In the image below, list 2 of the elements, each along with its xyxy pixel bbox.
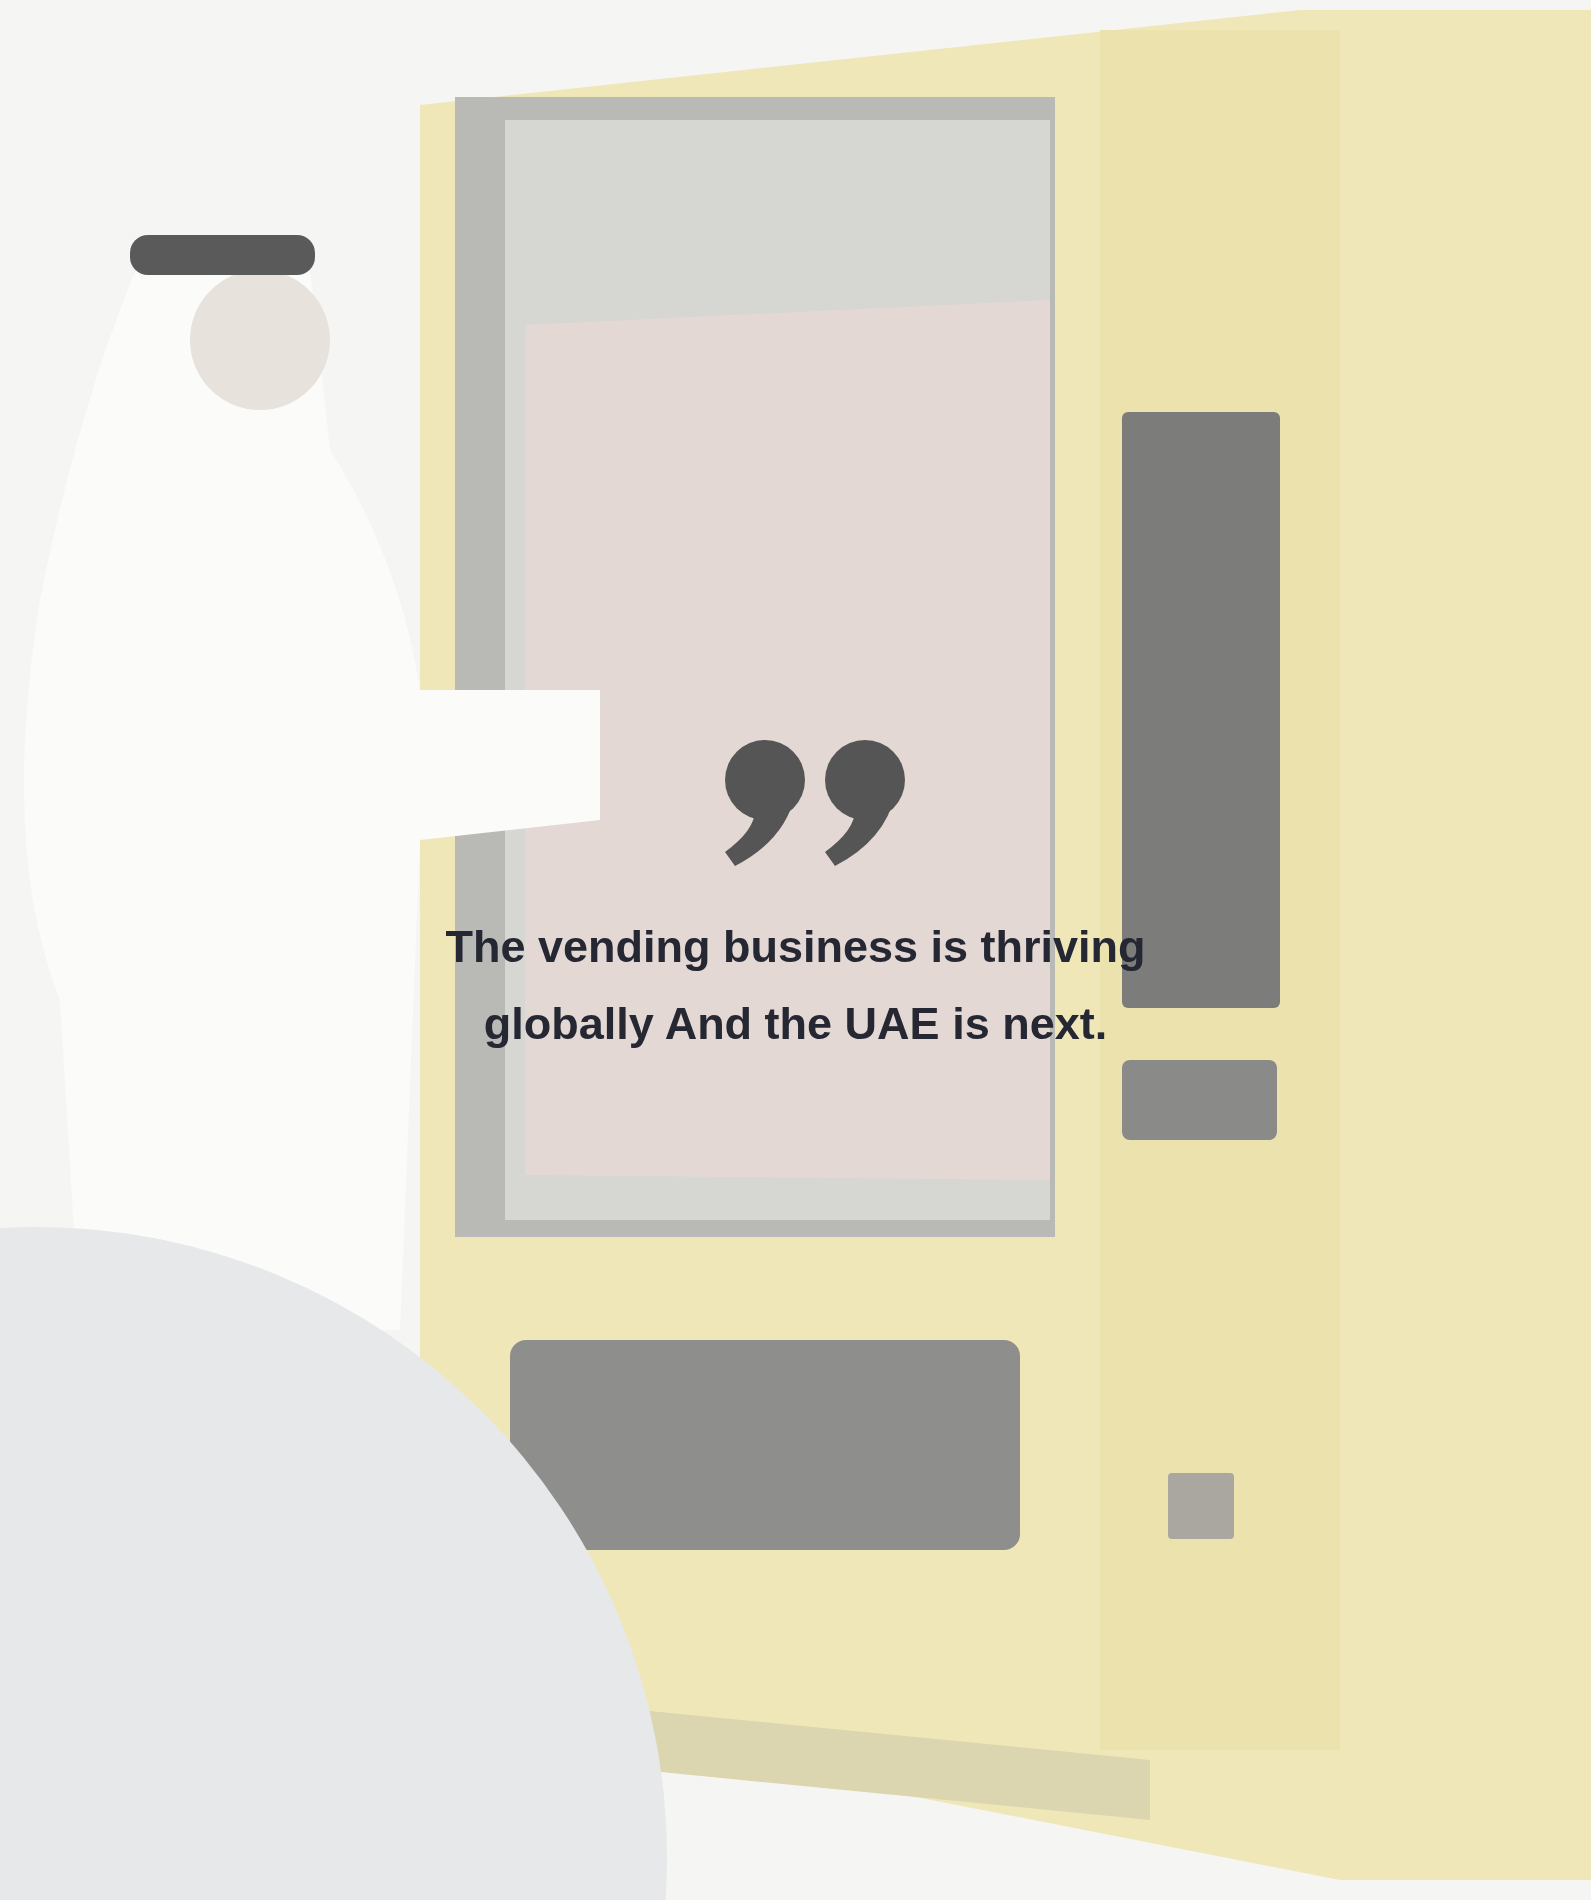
quote-text: The vending business is thriving globally And the UAE is next.	[444, 920, 1147, 1051]
quote-icon	[724, 740, 907, 866]
